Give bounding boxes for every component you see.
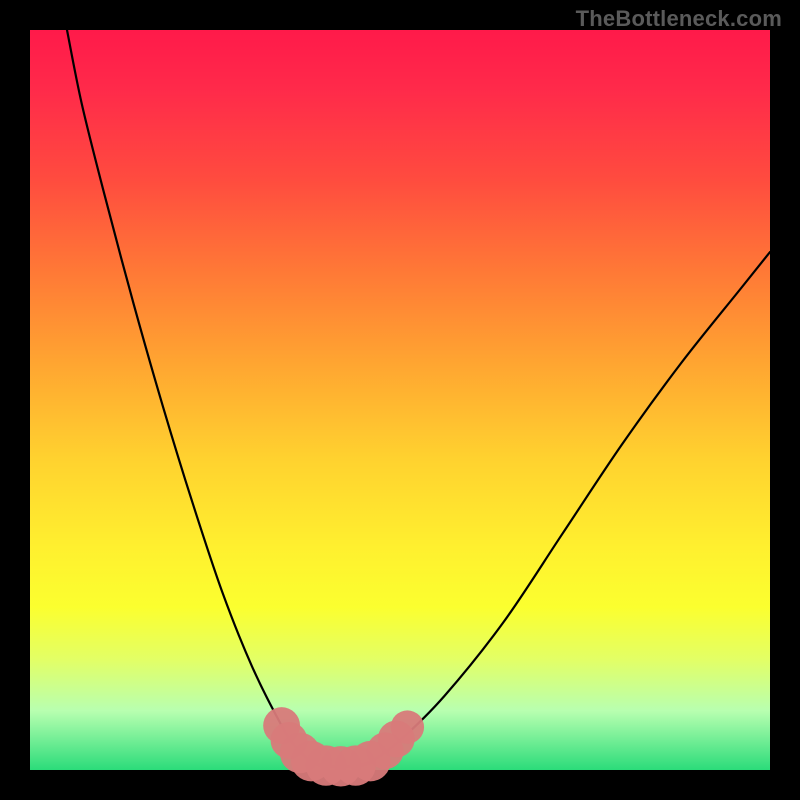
chart-frame: TheBottleneck.com	[0, 0, 800, 800]
chart-overlay	[30, 30, 770, 770]
watermark-text: TheBottleneck.com	[576, 6, 782, 32]
plot-area	[30, 30, 770, 770]
curve-group	[67, 30, 770, 767]
curve-left-curve	[67, 30, 311, 763]
curve-right-curve	[370, 252, 770, 763]
marker-bead	[391, 710, 424, 743]
marker-group	[263, 707, 424, 786]
